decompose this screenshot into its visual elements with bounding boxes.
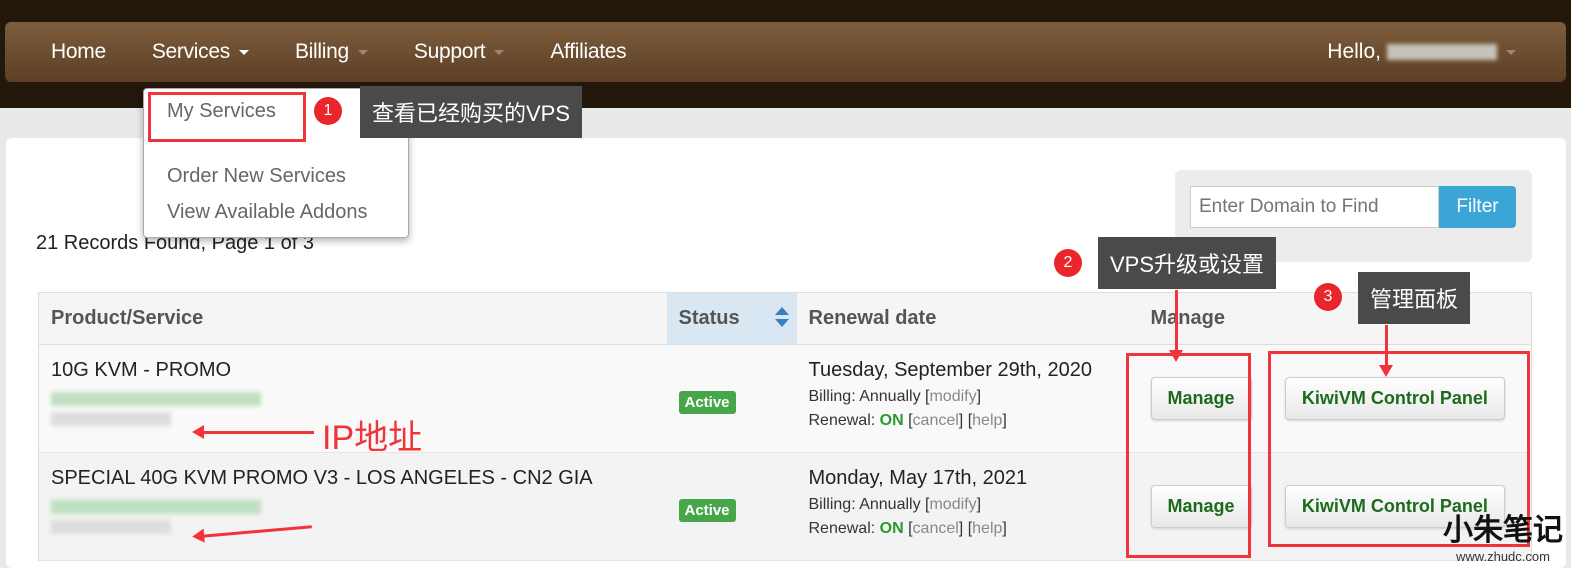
arrow-down-icon — [1379, 325, 1393, 377]
sort-down-icon — [774, 319, 789, 327]
caret-down-icon — [238, 49, 249, 55]
username-blurred — [1387, 44, 1497, 60]
annotation-number: 2 — [1054, 249, 1082, 277]
billing-label: Billing: — [808, 496, 856, 513]
status-badge: Active — [678, 499, 736, 522]
nav-label: Services — [151, 40, 230, 63]
annotation-callout: 查看已经购买的VPS — [360, 86, 583, 138]
annotation-callout: 管理面板 — [1358, 272, 1471, 324]
caret-down-icon — [1506, 49, 1516, 55]
ip-blurred — [51, 520, 171, 534]
product-name[interactable]: SPECIAL 40G KVM PROMO V3 - LOS ANGELES -… — [51, 467, 655, 490]
watermark-text: 小朱笔记 — [1443, 513, 1563, 548]
nav-label: Billing — [294, 40, 349, 63]
nav-label: Home — [51, 40, 106, 63]
menu-view-addons[interactable]: View Available Addons — [167, 201, 368, 224]
arrow-down-icon — [1169, 290, 1183, 362]
main-nav: Home Services Billing Support Affiliates… — [5, 22, 1566, 82]
help-link[interactable]: help — [972, 520, 1002, 537]
nav-services[interactable]: Services — [152, 40, 249, 64]
product-cell: SPECIAL 40G KVM PROMO V3 - LOS ANGELES -… — [38, 452, 667, 561]
modify-link[interactable]: modify — [929, 388, 976, 405]
status-badge: Active — [678, 391, 736, 414]
header-renewal[interactable]: Renewal date — [796, 292, 1139, 345]
nav-affiliates[interactable]: Affiliates — [550, 40, 626, 64]
status-cell: Active — [666, 344, 797, 453]
menu-order-new-services[interactable]: Order New Services — [167, 165, 346, 188]
caret-down-icon — [357, 49, 368, 55]
watermark-logo: 小朱笔记 www.zhudc.com — [1443, 505, 1563, 564]
ip-annotation-label: IP地址 — [322, 419, 423, 457]
filter-button[interactable]: Filter — [1439, 186, 1516, 228]
modify-link[interactable]: modify — [929, 496, 976, 513]
header-product[interactable]: Product/Service — [38, 292, 667, 345]
renewal-cell: Monday, May 17th, 2021 Billing: Annually… — [796, 452, 1139, 561]
product-name[interactable]: 10G KVM - PROMO — [51, 359, 655, 382]
sort-up-icon — [774, 307, 789, 315]
billing-cycle: Annually — [859, 388, 921, 405]
table-header: Product/Service Status Renewal date Mana… — [38, 292, 1532, 345]
watermark-url: www.zhudc.com — [1456, 549, 1550, 564]
caret-down-icon — [494, 49, 505, 55]
header-status[interactable]: Status — [666, 292, 797, 345]
renewal-label: Renewal: — [808, 412, 876, 429]
nav-label: Support — [413, 40, 486, 63]
billing-cycle: Annually — [859, 496, 921, 513]
annotation-box-manage — [1126, 353, 1251, 558]
renewal-date: Tuesday, September 29th, 2020 — [808, 359, 1093, 381]
renewal-state: ON — [879, 412, 904, 429]
hostname-blurred — [51, 392, 261, 406]
billing-label: Billing: — [808, 388, 856, 405]
user-menu[interactable]: Hello, — [1327, 40, 1516, 64]
renewal-label: Renewal: — [808, 520, 876, 537]
status-cell: Active — [666, 452, 797, 561]
cancel-link[interactable]: cancel — [913, 412, 959, 429]
renewal-state: ON — [879, 520, 904, 537]
ip-blurred — [51, 412, 171, 426]
nav-support[interactable]: Support — [413, 40, 505, 64]
nav-home[interactable]: Home — [51, 40, 106, 64]
header-label: Status — [678, 307, 740, 329]
help-link[interactable]: help — [972, 412, 1002, 429]
nav-label: Affiliates — [550, 40, 627, 63]
arrow-left-icon — [192, 425, 314, 439]
annotation-callout: VPS升级或设置 — [1098, 237, 1277, 289]
cancel-link[interactable]: cancel — [913, 520, 959, 537]
hello-label: Hello, — [1327, 40, 1381, 63]
annotation-box-my-services — [148, 92, 306, 142]
hostname-blurred — [51, 500, 261, 514]
domain-search-input[interactable] — [1190, 186, 1439, 228]
renewal-date: Monday, May 17th, 2021 — [808, 467, 1028, 489]
renewal-cell: Tuesday, September 29th, 2020 Billing: A… — [796, 344, 1139, 453]
annotation-number: 1 — [314, 97, 342, 125]
nav-billing[interactable]: Billing — [295, 40, 368, 64]
annotation-number: 3 — [1314, 283, 1342, 311]
